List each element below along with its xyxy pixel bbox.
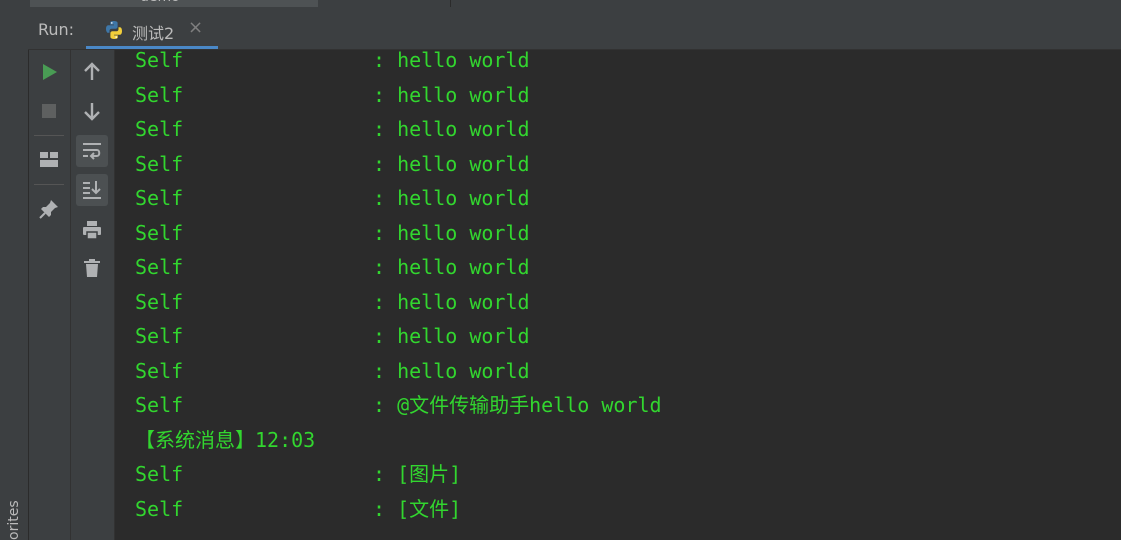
console-line: Self : hello world bbox=[135, 82, 530, 119]
toolbar-separator bbox=[34, 135, 64, 136]
console-line: Self : @文件传输助手hello world bbox=[135, 393, 662, 429]
tool-window-strip: orites bbox=[0, 0, 29, 540]
print-button[interactable] bbox=[76, 214, 108, 246]
console-sender: Self bbox=[135, 462, 184, 486]
toolbar-separator bbox=[34, 184, 64, 185]
clear-all-button[interactable] bbox=[76, 252, 108, 284]
console-output[interactable]: Self : hello world Self : hello world Se… bbox=[115, 50, 1121, 540]
rerun-button[interactable] bbox=[33, 56, 65, 88]
console-message: : hello world bbox=[373, 324, 530, 348]
console-line: Self : [文件] bbox=[135, 496, 461, 533]
console-sender: Self bbox=[135, 289, 184, 314]
editor-tab-demo[interactable]: demo bbox=[30, 0, 318, 7]
console-line: 【系统消息】12:03 bbox=[135, 430, 315, 464]
console-message: : [图片] bbox=[373, 462, 462, 486]
console-message: : hello world bbox=[373, 255, 530, 279]
soft-wrap-icon bbox=[83, 143, 101, 160]
trash-icon bbox=[84, 259, 100, 277]
console-message: : hello world bbox=[373, 117, 530, 141]
editor-tab-area bbox=[450, 0, 1121, 7]
console-sender: Self bbox=[135, 117, 184, 141]
up-stack-trace-button[interactable] bbox=[76, 56, 108, 88]
console-message: : @文件传输助手hello world bbox=[373, 393, 662, 417]
active-tab-indicator bbox=[86, 46, 218, 49]
console-line: Self : hello world bbox=[135, 220, 530, 257]
console-message: : hello world bbox=[373, 50, 530, 72]
arrow-down-icon bbox=[84, 103, 100, 121]
console-message: : hello world bbox=[373, 358, 530, 383]
play-icon bbox=[43, 64, 57, 80]
pin-icon bbox=[39, 200, 58, 219]
printer-icon bbox=[83, 221, 101, 240]
console-line: Self : hello world bbox=[135, 324, 530, 360]
console-sender: Self bbox=[135, 50, 184, 72]
console-sender: Self bbox=[135, 255, 184, 279]
stop-button[interactable] bbox=[33, 95, 65, 127]
console-sender: Self bbox=[135, 324, 184, 348]
console-message: : hello world bbox=[373, 220, 530, 245]
down-stack-trace-button[interactable] bbox=[76, 95, 108, 127]
pin-tab-button[interactable] bbox=[33, 193, 65, 225]
run-panel-header: Run: 测试2 × bbox=[28, 10, 1121, 50]
console-line: Self : hello world bbox=[135, 117, 530, 153]
close-icon[interactable]: × bbox=[188, 17, 203, 38]
console-line: Self : [图片] bbox=[135, 462, 461, 498]
scroll-to-end-toggle[interactable] bbox=[76, 174, 108, 206]
layout-icon bbox=[40, 152, 58, 167]
console-message: : hello world bbox=[373, 289, 530, 314]
run-toolbar-secondary bbox=[71, 50, 115, 540]
console-sender: Self bbox=[135, 186, 184, 210]
editor-tab-label: demo bbox=[140, 0, 180, 5]
console-line: Self : hello world bbox=[135, 50, 530, 84]
stop-icon bbox=[42, 104, 56, 118]
run-tab-test2[interactable]: 测试2 × bbox=[86, 10, 218, 49]
console-sender: Self bbox=[135, 151, 184, 176]
console-sender: Self bbox=[135, 220, 184, 245]
run-label: Run: bbox=[38, 20, 75, 39]
console-line: Self : hello world bbox=[135, 255, 530, 291]
console-sender: Self bbox=[135, 358, 184, 383]
console-message: : hello world bbox=[373, 151, 530, 176]
console-message: : hello world bbox=[373, 82, 530, 107]
console-sender: Self bbox=[135, 393, 184, 417]
console-sender: Self bbox=[135, 82, 184, 107]
console-line: Self : hello world bbox=[135, 289, 530, 326]
soft-wrap-toggle[interactable] bbox=[76, 135, 108, 167]
console-line: Self : hello world bbox=[135, 358, 530, 395]
python-icon bbox=[106, 21, 122, 39]
scroll-to-end-icon bbox=[83, 181, 101, 199]
console-message: : hello world bbox=[373, 186, 530, 210]
restore-layout-button[interactable] bbox=[33, 144, 65, 176]
arrow-up-icon bbox=[84, 62, 100, 80]
console-line: Self : hello world bbox=[135, 186, 530, 222]
favorites-tool-label: orites bbox=[6, 500, 22, 540]
console-sender: Self bbox=[135, 496, 184, 521]
favorites-tool-tab[interactable]: orites bbox=[2, 490, 26, 540]
console-system-message: 【系统消息】12:03 bbox=[135, 427, 316, 452]
console-line: Self : hello world bbox=[135, 151, 530, 188]
run-tab-title: 测试2 bbox=[132, 24, 175, 43]
console-message: : [文件] bbox=[373, 496, 462, 521]
run-toolbar-primary bbox=[29, 50, 71, 540]
